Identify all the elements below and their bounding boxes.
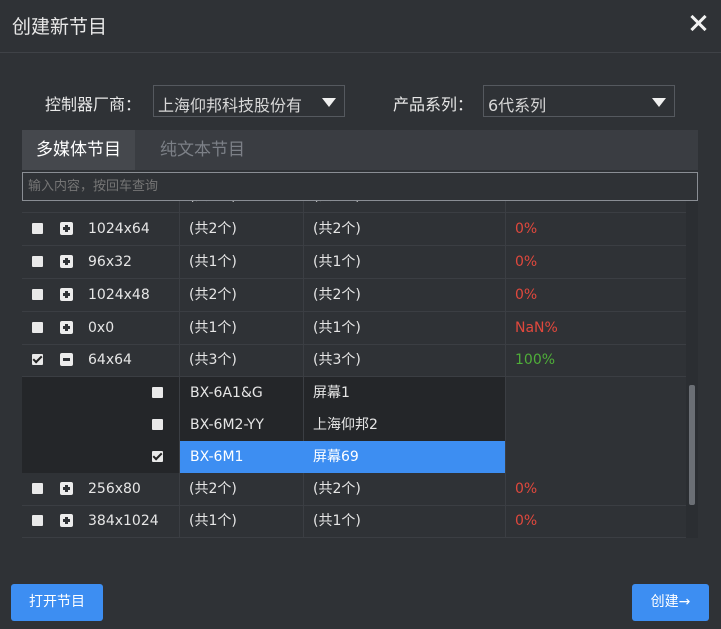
row-checkbox[interactable] [32,322,43,333]
resolution: 96x32 [88,254,132,270]
table-row[interactable]: 64x64 (共3个) (共3个) 100% [22,344,686,377]
screen-count: (共2个) [313,221,361,237]
row-checkbox[interactable] [32,515,43,526]
device-count: (共2个) [189,221,237,237]
resolution: 256x80 [88,481,141,497]
table-row[interactable]: 256x80 (共2个) (共2个) 0% [22,473,686,506]
expand-plus-icon[interactable] [60,288,73,301]
screen-count: (共1个) [313,254,361,270]
table-row[interactable]: 1024x48 (共2个) (共2个) 0% [22,279,686,312]
device-count: (共2个) [189,201,237,212]
program-type-tabs: 多媒体节目 纯文本节目 [22,130,698,170]
resolution: 1024x64 [88,221,150,237]
create-button[interactable]: 创建→ [632,584,709,621]
expand-plus-icon[interactable] [60,222,73,235]
collapse-minus-icon[interactable] [60,353,73,366]
sub-row[interactable]: BX-6A1&G 屏幕1 [22,377,686,409]
progress-percent: 0% [515,254,538,270]
expand-plus-icon[interactable] [60,321,73,334]
dropdown-arrow-icon [652,98,666,107]
sub-row-checkbox[interactable] [152,451,163,462]
row-checkbox[interactable] [32,256,43,267]
device-count: (共2个) [189,287,237,303]
scrollbar-thumb[interactable] [689,385,695,505]
title-bar: 创建新节目 [0,0,721,53]
controller-model: BX-6A1&G [180,377,303,409]
progress-percent: 0% [515,287,538,303]
progress-percent: 0% [515,221,538,237]
sub-row-selected[interactable]: BX-6M1 屏幕69 [22,441,686,473]
tab-multimedia[interactable]: 多媒体节目 [22,130,135,170]
device-count: (共1个) [189,320,237,336]
progress-percent: 0% [515,513,538,529]
screen-count: (共1个) [313,513,361,529]
progress-percent: NaN% [515,320,558,336]
screen-count: (共3个) [313,352,361,368]
table-row[interactable]: 1024x64 (共2个) (共2个) 0% [22,213,686,246]
sub-row-checkbox[interactable] [152,419,163,430]
manufacturer-select[interactable]: 上海仰邦科技股份有 [153,85,345,117]
screen-table: (共2个) (共2个) 1024x64 (共2个) (共2个) 0% 96x32… [22,201,686,538]
controller-model: BX-6M2-YY [180,409,303,441]
screen-count: (共2个) [313,481,361,497]
table-row[interactable]: 96x32 (共1个) (共1个) 0% [22,246,686,279]
close-icon[interactable] [687,12,709,34]
row-checkbox[interactable] [32,483,43,494]
manufacturer-label: 控制器厂商： [45,95,142,114]
tab-text[interactable]: 纯文本节目 [146,130,259,170]
resolution: 64x64 [88,352,132,368]
table-row[interactable]: (共2个) (共2个) [22,201,686,213]
dropdown-arrow-icon [322,98,336,107]
resolution: 384x1024 [88,513,159,529]
controller-model: BX-6M1 [180,441,304,473]
series-select[interactable]: 6代系列 [483,85,675,117]
device-count: (共2个) [189,481,237,497]
series-label: 产品系列： [393,95,474,114]
sub-row-checkbox[interactable] [152,387,163,398]
screen-count: (共2个) [313,201,361,212]
series-value: 6代系列 [488,96,547,115]
dialog-title: 创建新节目 [12,16,108,38]
row-checkbox[interactable] [32,223,43,234]
device-count: (共1个) [189,513,237,529]
search-input[interactable] [22,172,698,201]
progress-percent: 0% [515,481,538,497]
progress-percent: 100% [515,352,556,368]
screen-name: 屏幕69 [304,441,505,473]
screen-count: (共2个) [313,287,361,303]
device-count: (共1个) [189,254,237,270]
expand-plus-icon[interactable] [60,482,73,495]
open-program-button[interactable]: 打开节目 [11,584,103,621]
row-checkbox[interactable] [32,354,43,365]
screen-name: 屏幕1 [304,377,505,409]
expand-plus-icon[interactable] [60,514,73,527]
table-row[interactable]: 384x1024 (共1个) (共1个) 0% [22,505,686,538]
table-row[interactable]: 0x0 (共1个) (共1个) NaN% [22,312,686,345]
resolution: 0x0 [88,320,115,336]
expand-plus-icon[interactable] [60,255,73,268]
manufacturer-value: 上海仰邦科技股份有 [158,96,303,115]
screen-count: (共1个) [313,320,361,336]
row-checkbox[interactable] [32,289,43,300]
device-count: (共3个) [189,352,237,368]
sub-row[interactable]: BX-6M2-YY 上海仰邦2 [22,409,686,441]
resolution: 1024x48 [88,287,150,303]
screen-name: 上海仰邦2 [304,409,505,441]
